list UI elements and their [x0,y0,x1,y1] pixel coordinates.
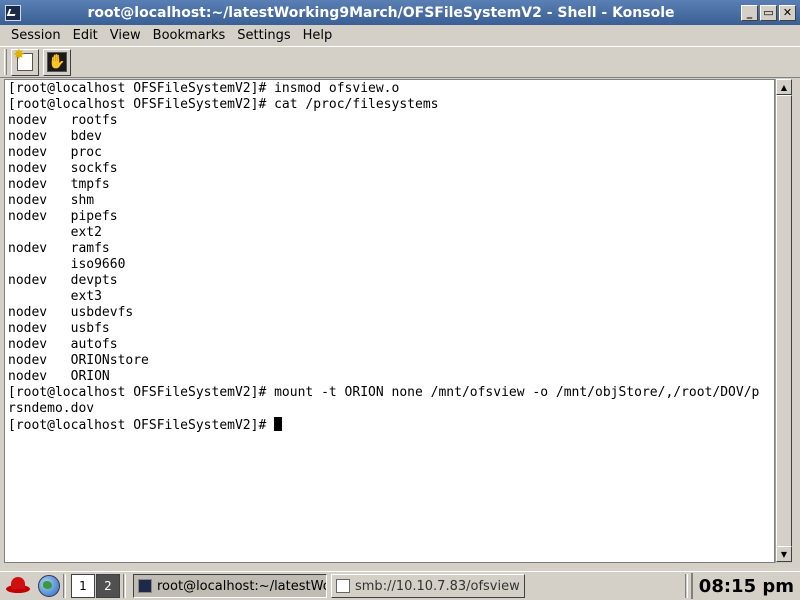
scroll-down-button[interactable]: ▼ [776,546,792,562]
window-bottom-border[interactable] [0,563,800,571]
terminal-line: ext3 [8,289,102,304]
text-cursor [274,417,283,431]
konsole-icon: ✋ [47,52,67,72]
task-konsole[interactable]: root@localhost:~/latestWorking9March/OFS… [133,574,327,598]
menu-bookmarks[interactable]: Bookmarks [147,25,232,46]
taskbar-separator [123,574,126,598]
terminal-line: [root@localhost OFSFileSystemV2]# insmod… [8,81,400,96]
vertical-scrollbar[interactable]: ▲ ▼ [775,79,792,563]
toolbar-grip[interactable] [4,49,7,75]
redhat-menu-icon[interactable] [4,575,32,597]
menu-settings[interactable]: Settings [231,25,296,46]
terminal-line: nodev shm [8,193,95,208]
close-button[interactable]: ✕ [779,4,796,21]
toolbar: ✋ [0,46,800,78]
maximize-button[interactable]: ▭ [760,4,777,21]
terminal-line: nodev sockfs [8,161,118,176]
desktop-2-button[interactable]: 2 [96,574,120,598]
terminal-prompt: [root@localhost OFSFileSystemV2]# [8,418,275,433]
terminal-line: nodev pipefs [8,209,118,224]
task-label: root@localhost:~/latestWorking9March/OFS… [157,578,327,594]
task-konqueror[interactable]: smb://10.10.7.83/ofsview - Konqueror [331,574,525,598]
taskbar-separator [63,574,66,598]
window-title: root@localhost:~/latestWorking9March/OFS… [87,4,675,21]
konsole-menu-button[interactable]: ✋ [43,48,71,76]
konsole-window-icon[interactable] [5,4,21,21]
scroll-up-button[interactable]: ▲ [776,79,792,95]
terminal-line: nodev ORION [8,369,110,384]
terminal-line: [root@localhost OFSFileSystemV2]# mount … [8,385,760,400]
clock[interactable]: 08:15 pm [690,573,800,599]
menu-edit[interactable]: Edit [67,25,104,46]
menu-session[interactable]: Session [5,25,67,46]
new-session-icon [13,47,33,71]
terminal-line: nodev ORIONstore [8,353,149,368]
menu-view[interactable]: View [104,25,147,46]
task-label: smb://10.10.7.83/ofsview - Konqueror [355,578,524,594]
terminal-line: nodev proc [8,145,102,160]
terminal-line: nodev autofs [8,337,118,352]
terminal-line: ext2 [8,225,102,240]
desktop-1-button[interactable]: 1 [71,574,95,598]
taskbar: 1 2 root@localhost:~/latestWorking9March… [0,571,800,600]
terminal-line: rsndemo.dov [8,401,95,416]
web-browser-icon[interactable] [38,575,60,597]
terminal-prompt-line[interactable]: [root@localhost OFSFileSystemV2]# [8,417,774,433]
terminal-icon [138,579,152,593]
terminal-line: [root@localhost OFSFileSystemV2]# cat /p… [8,97,439,112]
terminal-line: iso9660 [8,257,126,272]
new-session-button[interactable] [11,47,39,76]
terminal-line: nodev devpts [8,273,118,288]
minimize-button[interactable]: _ [741,4,758,21]
terminal-view[interactable]: [root@localhost OFSFileSystemV2]# insmod… [4,79,775,563]
scrollbar-thumb[interactable] [776,95,792,547]
terminal-line: nodev usbfs [8,321,110,336]
window-right-border [792,79,800,563]
taskbar-separator [684,574,688,598]
desktop-pager: 1 2 [71,574,120,598]
terminal-line: nodev bdev [8,129,102,144]
terminal-line: nodev rootfs [8,113,118,128]
folder-icon [336,579,350,593]
title-bar[interactable]: root@localhost:~/latestWorking9March/OFS… [0,0,800,25]
menu-help[interactable]: Help [297,25,339,46]
menu-bar: Session Edit View Bookmarks Settings Hel… [0,25,800,46]
window-buttons: _ ▭ ✕ [741,4,796,21]
terminal-line: nodev usbdevfs [8,305,134,320]
terminal-line: nodev ramfs [8,241,110,256]
terminal-output: [root@localhost OFSFileSystemV2]# insmod… [5,80,774,433]
terminal-line: nodev tmpfs [8,177,110,192]
